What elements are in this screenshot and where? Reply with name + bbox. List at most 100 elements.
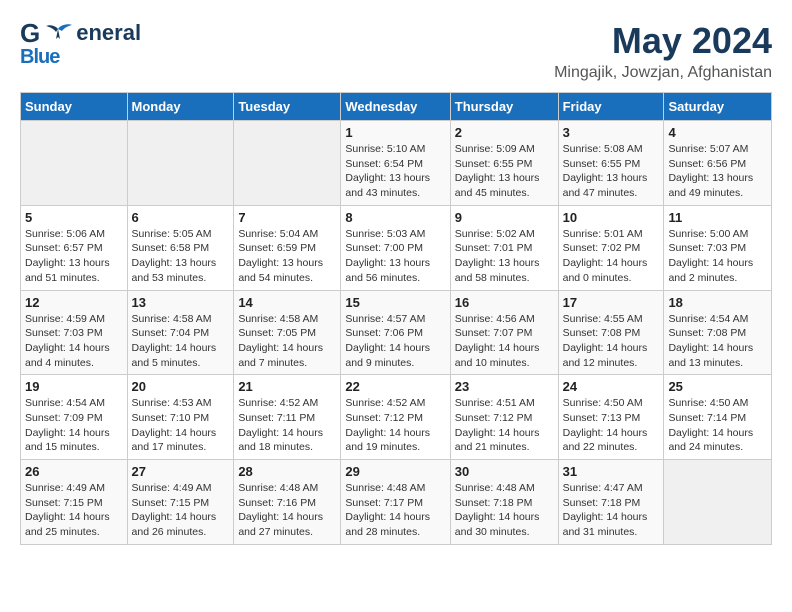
calendar-header-row: Sunday Monday Tuesday Wednesday Thursday… [21,93,772,121]
day-info: Sunrise: 4:53 AMSunset: 7:10 PMDaylight:… [132,396,230,455]
day-number: 13 [132,295,230,310]
header-wednesday: Wednesday [341,93,450,121]
day-number: 14 [238,295,336,310]
calendar-table: Sunday Monday Tuesday Wednesday Thursday… [20,92,772,545]
day-number: 4 [668,125,767,140]
table-row [21,121,128,206]
calendar-week-row: 5 Sunrise: 5:06 AMSunset: 6:57 PMDaylight… [21,205,772,290]
logo-bird-icon [42,21,74,45]
day-number: 3 [563,125,660,140]
day-number: 1 [345,125,445,140]
day-number: 31 [563,464,660,479]
table-row: 25Sunrise: 4:50 AMSunset: 7:14 PMDayligh… [664,375,772,460]
table-row: 4 Sunrise: 5:07 AMSunset: 6:56 PMDaylight… [664,121,772,206]
table-row: 27Sunrise: 4:49 AMSunset: 7:15 PMDayligh… [127,460,234,545]
table-row: 31 Sunrise: 4:47 AMSunset: 7:18 PMDayligh… [558,460,664,545]
table-row: 12Sunrise: 4:59 AMSunset: 7:03 PMDayligh… [21,290,128,375]
day-info: Sunrise: 4:49 AMSunset: 7:15 PMDaylight:… [132,481,230,540]
table-row: 16Sunrise: 4:56 AMSunset: 7:07 PMDayligh… [450,290,558,375]
day-info: Sunrise: 5:01 AMSunset: 7:02 PMDaylight:… [563,227,660,286]
day-info: Sunrise: 5:03 AMSunset: 7:00 PMDaylight:… [345,227,445,286]
table-row: 29 Sunrise: 4:48 AMSunset: 7:17 PMDayligh… [341,460,450,545]
table-row: 21Sunrise: 4:52 AMSunset: 7:11 PMDayligh… [234,375,341,460]
table-row: 15 Sunrise: 4:57 AMSunset: 7:06 PMDayligh… [341,290,450,375]
table-row: 2 Sunrise: 5:09 AMSunset: 6:55 PMDaylight… [450,121,558,206]
day-info: Sunrise: 4:50 AMSunset: 7:13 PMDaylight:… [563,396,660,455]
calendar-week-row: 19 Sunrise: 4:54 AMSunset: 7:09 PMDayligh… [21,375,772,460]
day-number: 15 [345,295,445,310]
day-info: Sunrise: 4:56 AMSunset: 7:07 PMDaylight:… [455,312,554,371]
month-title: May 2024 [554,20,772,62]
header-friday: Friday [558,93,664,121]
table-row [664,460,772,545]
day-info: Sunrise: 4:48 AMSunset: 7:18 PMDaylight:… [455,481,554,540]
day-number: 20 [132,379,230,394]
page-header: G eneral Blue May 2024 Mingajik, Jowzjan… [20,20,772,82]
table-row: 13Sunrise: 4:58 AMSunset: 7:04 PMDayligh… [127,290,234,375]
day-number: 19 [25,379,123,394]
day-info: Sunrise: 5:10 AMSunset: 6:54 PMDaylight:… [345,142,445,201]
table-row: 24 Sunrise: 4:50 AMSunset: 7:13 PMDayligh… [558,375,664,460]
day-info: Sunrise: 5:00 AMSunset: 7:03 PMDaylight:… [668,227,767,286]
table-row: 26 Sunrise: 4:49 AMSunset: 7:15 PMDayligh… [21,460,128,545]
logo-eneral: eneral [76,22,141,44]
table-row: 30Sunrise: 4:48 AMSunset: 7:18 PMDayligh… [450,460,558,545]
day-number: 6 [132,210,230,225]
day-info: Sunrise: 4:48 AMSunset: 7:17 PMDaylight:… [345,481,445,540]
calendar-week-row: 12Sunrise: 4:59 AMSunset: 7:03 PMDayligh… [21,290,772,375]
day-info: Sunrise: 4:58 AMSunset: 7:05 PMDaylight:… [238,312,336,371]
day-number: 28 [238,464,336,479]
header-sunday: Sunday [21,93,128,121]
day-info: Sunrise: 5:02 AMSunset: 7:01 PMDaylight:… [455,227,554,286]
day-number: 2 [455,125,554,140]
table-row: 17 Sunrise: 4:55 AMSunset: 7:08 PMDayligh… [558,290,664,375]
day-number: 29 [345,464,445,479]
day-info: Sunrise: 5:09 AMSunset: 6:55 PMDaylight:… [455,142,554,201]
day-info: Sunrise: 4:49 AMSunset: 7:15 PMDaylight:… [25,481,123,540]
title-block: May 2024 Mingajik, Jowzjan, Afghanistan [554,20,772,82]
header-saturday: Saturday [664,93,772,121]
table-row: 14 Sunrise: 4:58 AMSunset: 7:05 PMDayligh… [234,290,341,375]
table-row: 23Sunrise: 4:51 AMSunset: 7:12 PMDayligh… [450,375,558,460]
day-number: 5 [25,210,123,225]
day-number: 7 [238,210,336,225]
day-number: 11 [668,210,767,225]
day-info: Sunrise: 5:07 AMSunset: 6:56 PMDaylight:… [668,142,767,201]
day-info: Sunrise: 4:52 AMSunset: 7:11 PMDaylight:… [238,396,336,455]
day-info: Sunrise: 4:54 AMSunset: 7:09 PMDaylight:… [25,396,123,455]
day-info: Sunrise: 5:04 AMSunset: 6:59 PMDaylight:… [238,227,336,286]
day-info: Sunrise: 4:57 AMSunset: 7:06 PMDaylight:… [345,312,445,371]
logo-general-g: G [20,20,40,46]
day-number: 26 [25,464,123,479]
day-info: Sunrise: 5:05 AMSunset: 6:58 PMDaylight:… [132,227,230,286]
logo-blue-text: Blue [20,46,59,69]
day-number: 17 [563,295,660,310]
day-info: Sunrise: 4:54 AMSunset: 7:08 PMDaylight:… [668,312,767,371]
table-row: 9 Sunrise: 5:02 AMSunset: 7:01 PMDaylight… [450,205,558,290]
table-row: 8Sunrise: 5:03 AMSunset: 7:00 PMDaylight… [341,205,450,290]
table-row: 19 Sunrise: 4:54 AMSunset: 7:09 PMDayligh… [21,375,128,460]
calendar-week-row: 1 Sunrise: 5:10 AMSunset: 6:54 PMDaylight… [21,121,772,206]
day-info: Sunrise: 4:55 AMSunset: 7:08 PMDaylight:… [563,312,660,371]
day-number: 18 [668,295,767,310]
table-row: 10 Sunrise: 5:01 AMSunset: 7:02 PMDayligh… [558,205,664,290]
day-number: 24 [563,379,660,394]
day-info: Sunrise: 5:06 AMSunset: 6:57 PMDaylight:… [25,227,123,286]
table-row: 18 Sunrise: 4:54 AMSunset: 7:08 PMDayligh… [664,290,772,375]
table-row: 3 Sunrise: 5:08 AMSunset: 6:55 PMDaylight… [558,121,664,206]
day-info: Sunrise: 4:59 AMSunset: 7:03 PMDaylight:… [25,312,123,371]
day-number: 9 [455,210,554,225]
table-row [127,121,234,206]
header-monday: Monday [127,93,234,121]
header-thursday: Thursday [450,93,558,121]
logo: G eneral Blue [20,20,141,69]
table-row: 5 Sunrise: 5:06 AMSunset: 6:57 PMDaylight… [21,205,128,290]
table-row: 28Sunrise: 4:48 AMSunset: 7:16 PMDayligh… [234,460,341,545]
table-row [234,121,341,206]
day-number: 10 [563,210,660,225]
day-number: 25 [668,379,767,394]
day-info: Sunrise: 5:08 AMSunset: 6:55 PMDaylight:… [563,142,660,201]
day-info: Sunrise: 4:47 AMSunset: 7:18 PMDaylight:… [563,481,660,540]
day-info: Sunrise: 4:52 AMSunset: 7:12 PMDaylight:… [345,396,445,455]
day-info: Sunrise: 4:51 AMSunset: 7:12 PMDaylight:… [455,396,554,455]
